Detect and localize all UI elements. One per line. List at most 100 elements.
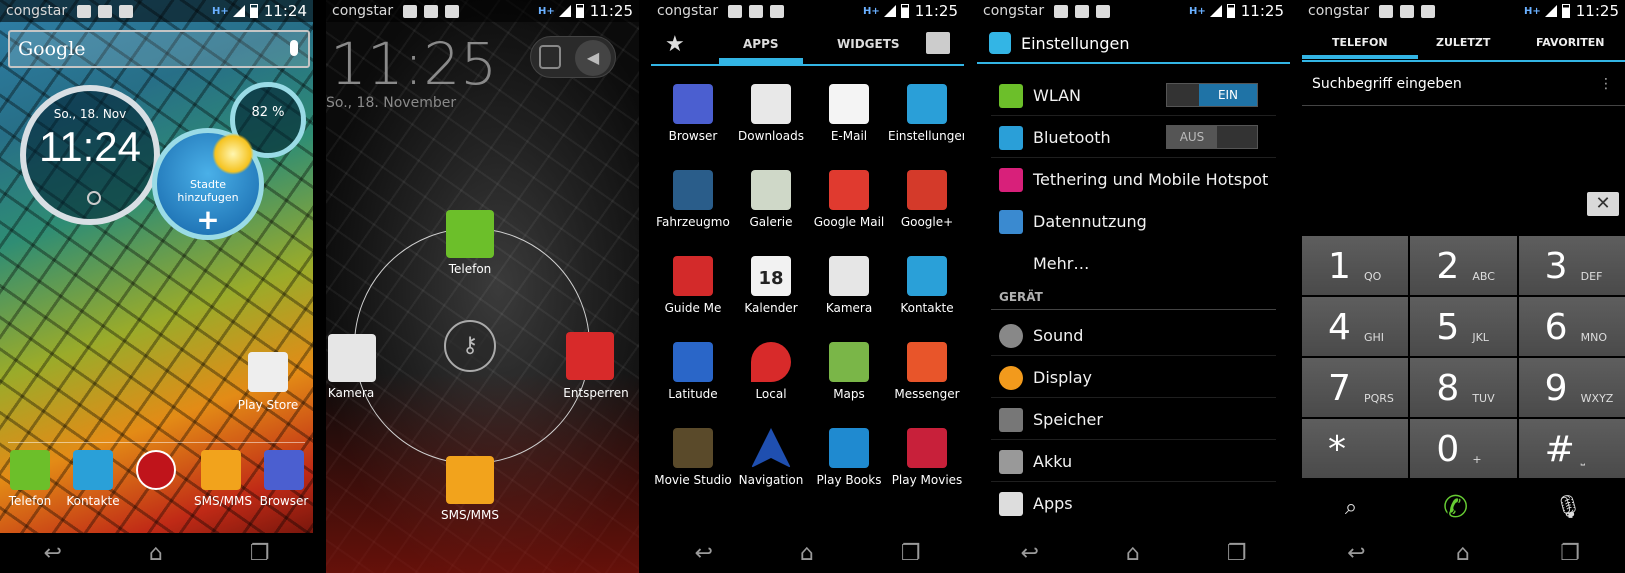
play-store-icon[interactable] [248, 352, 288, 392]
signal-icon [558, 5, 571, 17]
key-digit: 9 [1544, 368, 1568, 409]
key-6[interactable]: 6 MNO [1518, 297, 1625, 356]
key-2[interactable]: 2 ABC [1410, 236, 1517, 295]
lock-screen: congstar H+ 11:25 11:25 So., 18. Novembe… [326, 0, 639, 573]
key-digit: # [1544, 429, 1575, 470]
phone-icon[interactable] [446, 210, 494, 258]
contacts-icon[interactable] [73, 450, 113, 490]
browser-icon[interactable] [264, 450, 304, 490]
bluetooth-toggle[interactable]: AUS [1166, 125, 1258, 149]
vibrate-icon[interactable] [539, 45, 561, 69]
setting-data-usage[interactable]: Datennutzung [991, 200, 1276, 242]
app-navigation[interactable]: Navigation [732, 428, 810, 487]
clock-widget[interactable]: So., 18. Nov 11:24 [20, 85, 160, 225]
app-browser[interactable]: Browser [654, 84, 732, 143]
setting-more[interactable]: Mehr… [991, 242, 1276, 284]
app-messenger[interactable]: Messenger [888, 342, 964, 401]
setting-battery[interactable]: Akku [991, 440, 1276, 482]
unlock-lock-icon[interactable] [566, 332, 614, 380]
app-googleplus[interactable]: Google+ [888, 170, 964, 229]
key-icon[interactable]: ⚷ [444, 320, 496, 372]
app-contacts[interactable]: Kontakte [888, 256, 964, 315]
setting-tethering[interactable]: Tethering und Mobile Hotspot [991, 158, 1276, 200]
setting-sound[interactable]: Sound [991, 314, 1276, 356]
app-downloads[interactable]: Downloads [732, 84, 810, 143]
sound-mode-widget[interactable]: ◀ [530, 36, 616, 78]
wlan-toggle[interactable]: EIN [1166, 83, 1258, 107]
app-moviestudio[interactable]: Movie Studio [654, 428, 732, 487]
recents-icon[interactable]: ❐ [1227, 541, 1247, 566]
recents-icon[interactable]: ❐ [1560, 541, 1580, 566]
back-icon[interactable]: ↩ [694, 541, 712, 566]
sms-icon[interactable] [201, 450, 241, 490]
back-icon[interactable]: ↩ [1020, 541, 1038, 566]
key-8[interactable]: 8 TUV [1410, 358, 1517, 417]
tab-zuletzt[interactable]: ZULETZT [1436, 36, 1490, 49]
star-icon[interactable]: ★ [665, 32, 685, 57]
app-local[interactable]: Local [732, 342, 810, 401]
recents-icon[interactable]: ❐ [901, 541, 921, 566]
tab-telefon[interactable]: TELEFON [1302, 36, 1418, 59]
tab-widgets[interactable]: WIDGETS [837, 37, 900, 51]
store-icon[interactable] [926, 32, 950, 54]
search-icon[interactable]: ⌕ [1345, 495, 1357, 520]
recents-icon[interactable]: ❐ [250, 541, 270, 566]
app-settings[interactable]: Einstellungen [888, 84, 964, 143]
add-city-icon[interactable]: + [157, 203, 259, 236]
app-playbooks[interactable]: Play Books [810, 428, 888, 487]
key-3[interactable]: 3 DEF [1518, 236, 1625, 295]
key-1[interactable]: 1 QO [1302, 236, 1409, 295]
key-star[interactable]: * [1302, 419, 1409, 478]
setting-display[interactable]: Display [991, 356, 1276, 398]
call-icon[interactable]: ✆ [1443, 490, 1468, 525]
sms-icon[interactable] [446, 456, 494, 504]
app-label: Downloads [738, 129, 804, 143]
app-calendar[interactable]: 18 Kalender [732, 256, 810, 315]
home-icon[interactable]: ⌂ [1126, 541, 1140, 566]
mic-icon[interactable]: 🎙 [1554, 495, 1582, 520]
weather-widget[interactable]: Stadte hinzufugen + [152, 128, 264, 240]
back-icon[interactable]: ↩ [1347, 541, 1365, 566]
app-fahrzeugmodus[interactable]: Fahrzeugmo [654, 170, 732, 229]
app-gallery[interactable]: Galerie [732, 170, 810, 229]
camera-icon[interactable] [328, 334, 376, 382]
google-search-bar[interactable]: Google [8, 30, 310, 68]
all-apps-icon[interactable] [136, 450, 176, 490]
app-label: Fahrzeugmo [656, 215, 730, 229]
key-4[interactable]: 4 GHI [1302, 297, 1409, 356]
app-playmovies[interactable]: Play Movies [888, 428, 964, 487]
setting-wlan[interactable]: WLAN EIN [991, 74, 1276, 116]
clock-time: 11:24 [39, 123, 141, 170]
home-icon[interactable]: ⌂ [1456, 541, 1470, 566]
app-email[interactable]: E-Mail [810, 84, 888, 143]
key-9[interactable]: 9 WXYZ [1518, 358, 1625, 417]
key-0[interactable]: 0 + [1410, 419, 1517, 478]
backspace-icon[interactable]: ✕ [1587, 192, 1619, 216]
dialer-search-field[interactable]: Suchbegriff eingeben ⋮ [1302, 62, 1625, 106]
key-7[interactable]: 7 PQRS [1302, 358, 1409, 417]
setting-storage[interactable]: Speicher [991, 398, 1276, 440]
mic-icon[interactable] [290, 40, 298, 56]
setting-apps[interactable]: Apps [991, 482, 1276, 524]
tab-apps[interactable]: APPS [719, 37, 802, 64]
app-guideme[interactable]: Guide Me [654, 256, 732, 315]
key-hash[interactable]: # ⎵ [1518, 419, 1625, 478]
tab-favoriten[interactable]: FAVORITEN [1536, 36, 1604, 49]
settings-gear-icon[interactable] [989, 32, 1011, 54]
setting-bluetooth[interactable]: Bluetooth AUS [991, 116, 1276, 158]
settings-title: Einstellungen [1021, 34, 1130, 53]
app-gmail[interactable]: Google Mail [810, 170, 888, 229]
phone-icon[interactable] [10, 450, 50, 490]
app-maps[interactable]: Maps [810, 342, 888, 401]
app-latitude[interactable]: Latitude [654, 342, 732, 401]
back-icon[interactable]: ↩ [43, 541, 61, 566]
overflow-menu-icon[interactable]: ⋮ [1599, 76, 1613, 92]
dock-divider [8, 442, 305, 443]
nav-bar: ↩ ⌂ ❐ [1302, 533, 1625, 573]
carrier-label: congstar [983, 3, 1045, 19]
app-camera[interactable]: Kamera [810, 256, 888, 315]
key-5[interactable]: 5 JKL [1410, 297, 1517, 356]
home-icon[interactable]: ⌂ [800, 541, 814, 566]
speaker-icon[interactable]: ◀ [575, 40, 611, 76]
home-icon[interactable]: ⌂ [149, 541, 163, 566]
